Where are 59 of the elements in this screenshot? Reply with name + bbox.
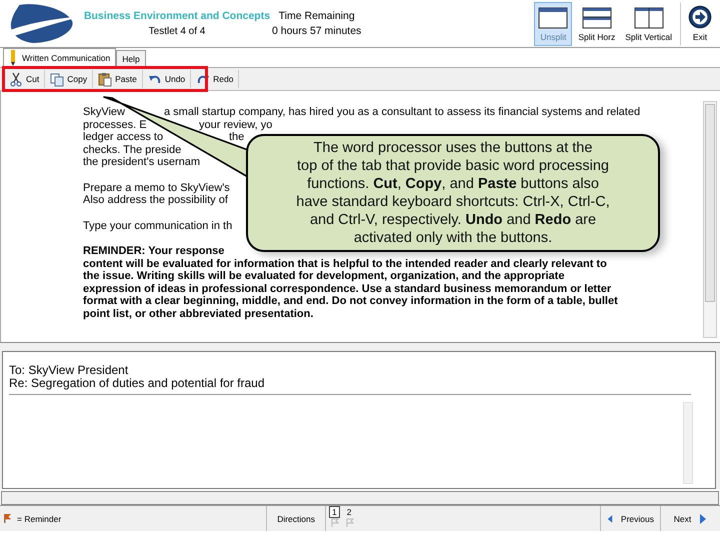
callout-text: functions. Cut, Copy, and Paste buttons also (307, 175, 599, 193)
exit-icon (687, 4, 713, 28)
answer-text: Re: Segregation of duties and potential for fraud (9, 377, 266, 390)
window-layout-icon (634, 6, 664, 28)
passage-text: SkyView (83, 106, 125, 118)
callout-text: have standard keyboard shortcuts: Ctrl-X, Ctrl-C, (296, 193, 610, 211)
passage-text: ledger access to (83, 131, 164, 144)
callout-text: and Ctrl-V, respectively. Undo and Redo are (310, 211, 596, 229)
answer-text: To: SkyView President (9, 364, 130, 377)
pages-icon (50, 72, 64, 86)
testlet-label: Testlet 4 of 4 (148, 26, 206, 37)
toolbar-button[interactable]: Cut (4, 70, 46, 88)
window-layout-icon (538, 6, 568, 28)
flag-icon (3, 513, 12, 524)
passage-text: point list, or other abbreviated presentation. (83, 308, 314, 320)
time-remaining: 0 hours 57 minutes (272, 25, 362, 37)
tab[interactable]: Help (116, 50, 146, 67)
scrollbar[interactable] (703, 101, 717, 338)
toolbar-button[interactable]: Redo (191, 70, 240, 88)
pencil-icon (9, 50, 17, 66)
legend-text: = Reminder (17, 514, 62, 524)
flag-icon (344, 518, 354, 527)
tab[interactable]: Written Communication (3, 48, 116, 67)
exam-section-title: Business Environment and Concepts (84, 10, 270, 22)
toolbar-button[interactable]: Paste (93, 70, 143, 88)
passage-text: expression of ideas in professional correspondence. Use a standard business memorandum or letter (83, 282, 612, 295)
callout-text: top of the tab that provide basic word processing (297, 157, 609, 175)
left-arrow-icon (607, 512, 613, 524)
passage-text: Prepare a memo to SkyView's (83, 182, 230, 194)
view-button[interactable]: Split Vertical (621, 2, 676, 46)
scissors-icon (9, 72, 23, 86)
passage-text: content will be evaluated for information that is helpful to the intended reader and clearly relevant to (83, 258, 607, 270)
window-layout-icon (582, 6, 612, 28)
passage-text: checks. The preside (83, 144, 182, 156)
page-button[interactable]: 2 (344, 506, 354, 518)
scrollbar[interactable] (683, 402, 693, 484)
passage-text: the (229, 131, 244, 144)
passage-text: the issue. Writing skills will be evaluated for development, organization, and the appropriate (83, 270, 564, 282)
view-button[interactable]: Split Horz (574, 2, 620, 46)
directions-button[interactable]: Directions (266, 506, 326, 531)
toolbar-button[interactable]: Copy (45, 70, 94, 88)
toolbar-button[interactable]: Undo (142, 70, 192, 88)
passage-text: processes. E (83, 118, 147, 131)
passage-text: REMINDER: Your response (83, 245, 224, 258)
passage-text: format with a clear beginning, middle, and end. Do not convey information in the form of a table, bullet (83, 295, 618, 308)
page-button[interactable]: 1 (328, 506, 340, 518)
answer-box[interactable]: To: SkyView President Re: Segregation of duties and potential for fraud (2, 351, 716, 489)
passage-text: Type your communication in th (83, 220, 232, 232)
timer-label: Time Remaining (278, 10, 355, 22)
clipboard-icon (98, 72, 112, 86)
passage-text: your review, yo (199, 118, 272, 131)
callout-text: activated only with the buttons. (354, 229, 552, 247)
callout-text: The word processor uses the buttons at the (314, 139, 592, 157)
passage-text: a small startup company, has hired you as a consultant to assess its financial systems and related (164, 106, 640, 118)
exit-button[interactable]: Exit (680, 2, 720, 46)
passage-text: the president's usernam (83, 156, 200, 168)
passage-text: Also address the possibility of (83, 194, 228, 206)
right-arrow-icon (699, 512, 708, 524)
flag-icon (330, 518, 339, 527)
